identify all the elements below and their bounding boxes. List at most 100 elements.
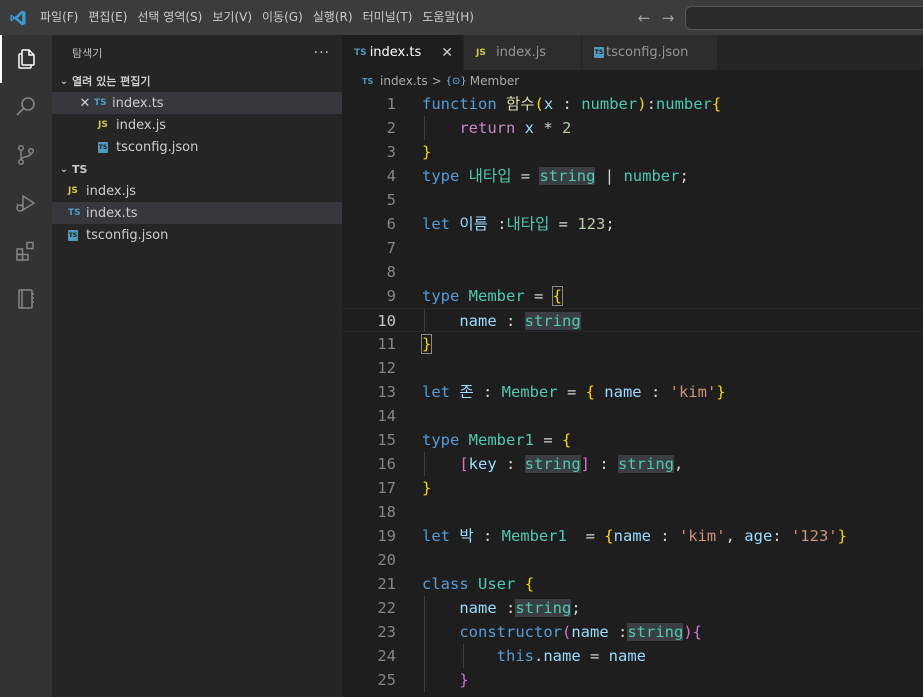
code-token: :: [496, 312, 525, 330]
code-line[interactable]: 19 let 박 : Member1 = {name : 'kim', age: …: [342, 524, 923, 548]
notebook-icon[interactable]: [0, 275, 52, 323]
code-token: constructor: [459, 623, 562, 641]
line-number: 23: [377, 623, 396, 641]
folder-section[interactable]: ⌄ TS: [52, 158, 342, 180]
back-arrow-icon[interactable]: ←: [636, 9, 652, 27]
code-line[interactable]: 17}: [342, 476, 923, 500]
source-control-icon[interactable]: [0, 131, 52, 179]
code-token: name: [613, 527, 651, 545]
code-line[interactable]: 1 function 함수(x : number):number{: [342, 92, 923, 116]
breadcrumb-separator: >: [431, 74, 442, 88]
code-token: number: [623, 167, 680, 185]
menu-item[interactable]: 선택 영역(S): [132, 0, 207, 35]
close-icon[interactable]: ✕: [441, 45, 453, 61]
code-line[interactable]: 12: [342, 356, 923, 380]
code-token: return: [459, 119, 516, 137]
code-line[interactable]: 9 type Member = {: [342, 284, 923, 308]
code-line[interactable]: 10 name : string: [342, 308, 923, 332]
file-tree-item[interactable]: TS tsconfig.json: [52, 224, 342, 246]
code-token: (: [561, 623, 572, 641]
file-tree-item[interactable]: TS index.ts: [52, 202, 342, 224]
code-token: 내타입: [468, 167, 512, 185]
code-line[interactable]: 6 let 이름 :내타입 = 123;: [342, 212, 923, 236]
open-editor-item[interactable]: JS index.js: [52, 114, 342, 136]
breadcrumb-file[interactable]: index.ts: [380, 74, 428, 88]
code-line[interactable]: 14: [342, 404, 923, 428]
code-line[interactable]: 8: [342, 260, 923, 284]
code-token: =: [534, 431, 562, 449]
code-token: string: [524, 312, 581, 330]
code-token: =: [557, 383, 586, 401]
menu-item[interactable]: 도움말(H): [417, 0, 479, 35]
code-line[interactable]: 2 return x * 2: [342, 116, 923, 140]
extensions-icon[interactable]: [0, 227, 52, 275]
explorer-icon[interactable]: [0, 35, 52, 83]
close-icon[interactable]: ✕: [76, 96, 94, 111]
code-token: ,: [725, 527, 745, 545]
menu-item[interactable]: 실행(R): [308, 0, 358, 35]
tab-tsconfig[interactable]: TS tsconfig.json: [582, 35, 718, 70]
code-token: 2: [562, 119, 572, 137]
file-name: index.js: [116, 117, 167, 133]
open-editor-item[interactable]: TS tsconfig.json: [52, 136, 342, 158]
code-token: .: [533, 647, 544, 665]
code-line[interactable]: 15 type Member1 = {: [342, 428, 923, 452]
search-icon[interactable]: [0, 83, 52, 131]
activity-bar: [0, 35, 52, 697]
code-line[interactable]: 4 type 내타입 = string | number;: [342, 164, 923, 188]
code-line[interactable]: 3}: [342, 140, 923, 164]
open-editor-item[interactable]: ✕ TS index.ts: [52, 92, 342, 114]
line-number: 20: [377, 551, 396, 569]
code-token: *: [534, 119, 563, 137]
code-line[interactable]: 20: [342, 548, 923, 572]
code-token: string: [524, 455, 581, 473]
run-debug-icon[interactable]: [0, 179, 52, 227]
code-token: }: [716, 383, 726, 401]
javascript-file-icon: JS: [476, 47, 486, 58]
code-line[interactable]: 5: [342, 188, 923, 212]
menu-item[interactable]: 이동(G): [257, 0, 308, 35]
code-line[interactable]: 23 constructor(name :string){: [342, 620, 923, 644]
code-text: let 이름 :내타입 = 123;: [422, 212, 615, 236]
code-text: }: [422, 476, 431, 500]
code-token: string: [618, 455, 675, 473]
more-actions-icon[interactable]: ···: [314, 45, 330, 61]
code-token: |: [595, 167, 624, 185]
code-token: {: [585, 383, 595, 401]
code-token: ): [683, 623, 693, 641]
code-text: name :string;: [422, 596, 581, 620]
open-editors-section[interactable]: ⌄ 열려 있는 편집기: [52, 70, 342, 92]
menu-item[interactable]: 터미널(T): [358, 0, 418, 35]
menu-item[interactable]: 편집(E): [83, 0, 132, 35]
code-line[interactable]: 7: [342, 236, 923, 260]
code-line[interactable]: 25 }: [342, 668, 923, 692]
forward-arrow-icon[interactable]: →: [660, 9, 676, 27]
code-line[interactable]: 21 class User {: [342, 572, 923, 596]
code-token: :: [496, 599, 516, 617]
code-line[interactable]: 13 let 존 : Member = { name : 'kim'}: [342, 380, 923, 404]
code-line[interactable]: 24 this.name = name: [342, 644, 923, 668]
tab-index-js[interactable]: JS index.js: [464, 35, 582, 70]
code-token: name: [608, 647, 646, 665]
file-name: index.js: [86, 183, 137, 199]
file-tree-item[interactable]: JS index.js: [52, 180, 342, 202]
menu-item[interactable]: 보기(V): [207, 0, 257, 35]
command-center-search[interactable]: [685, 6, 923, 30]
code-line[interactable]: 22 name :string;: [342, 596, 923, 620]
code-editor[interactable]: 1 function 함수(x : number):number{2 return…: [342, 92, 923, 697]
line-number: 22: [377, 599, 396, 617]
code-token: :: [646, 95, 656, 113]
code-token: class: [422, 575, 469, 593]
code-token: this: [496, 647, 534, 665]
code-line[interactable]: 18: [342, 500, 923, 524]
code-line[interactable]: 11}: [342, 332, 923, 356]
code-token: type: [422, 287, 460, 305]
code-line[interactable]: 16 [key : string] : string,: [342, 452, 923, 476]
menu-item[interactable]: 파일(F): [35, 0, 83, 35]
breadcrumb-symbol[interactable]: Member: [470, 74, 519, 88]
tab-index-ts[interactable]: TS index.ts ✕: [342, 35, 464, 70]
code-token: Member1: [468, 431, 534, 449]
